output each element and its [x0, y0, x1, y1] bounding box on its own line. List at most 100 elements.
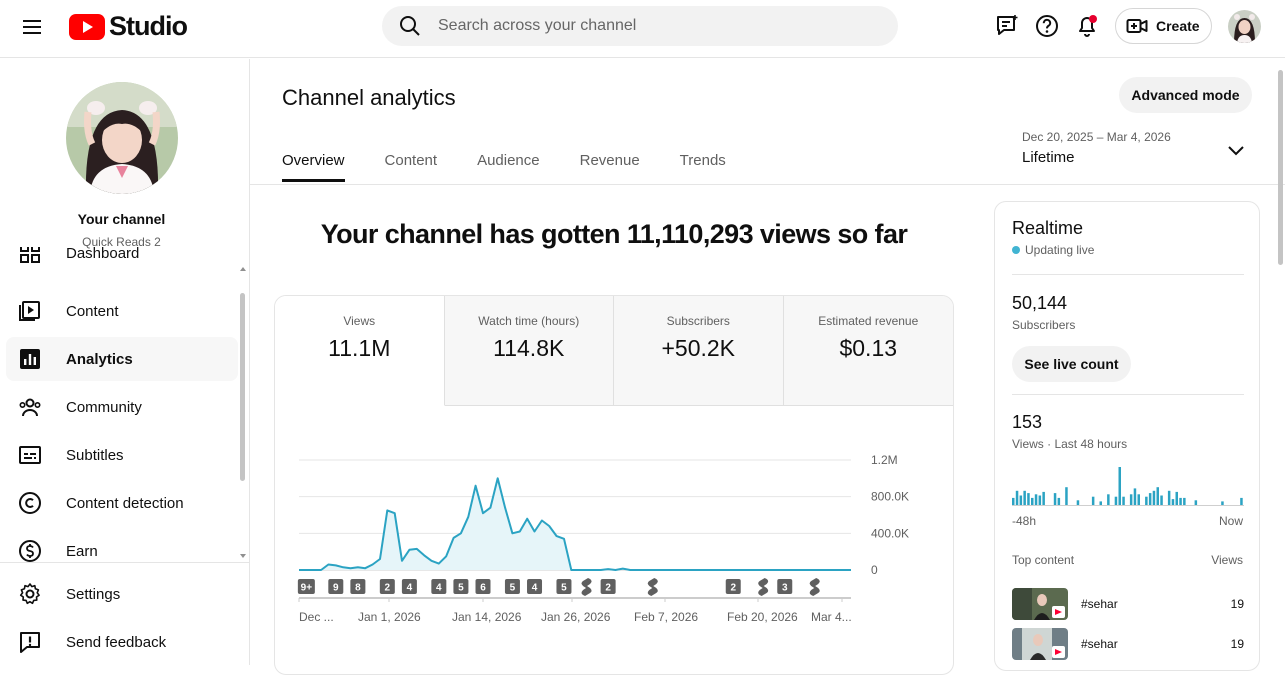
date-range-text: Dec 20, 2025 – Mar 4, 2026: [1022, 130, 1171, 144]
svg-text:4: 4: [407, 583, 413, 594]
metric-value: 11.1M: [328, 335, 391, 361]
svg-text:4: 4: [436, 583, 442, 594]
upload-marker[interactable]: 9: [328, 579, 344, 594]
create-button[interactable]: Create: [1115, 8, 1212, 44]
metric-watch-time[interactable]: Watch time (hours) 114.8K: [444, 296, 614, 406]
realtime-bar: [1118, 467, 1121, 505]
realtime-bar: [1156, 487, 1159, 505]
page-title: Channel analytics: [282, 85, 456, 110]
scroll-up-icon[interactable]: [239, 266, 247, 272]
metric-label: Views: [343, 314, 376, 328]
realtime-bar: [1015, 490, 1019, 506]
sidebar-item-subtitles[interactable]: Subtitles: [6, 433, 238, 477]
realtime-bar: [1167, 490, 1171, 506]
realtime-bar-chart[interactable]: [1012, 464, 1244, 506]
top-content-views: 19: [1230, 637, 1244, 651]
metric-label: Watch time (hours): [478, 314, 580, 328]
analytics-icon: [18, 347, 42, 371]
metric-estimated-revenue[interactable]: Estimated revenue $0.13: [783, 296, 953, 406]
realtime-bar: [1038, 495, 1042, 505]
metric-label: Subscribers: [666, 314, 730, 328]
notifications-icon[interactable]: [1074, 13, 1100, 39]
top-content-item[interactable]: #sehar 19: [1012, 628, 1244, 660]
upload-marker[interactable]: 6: [475, 579, 491, 594]
realtime-bar: [1183, 497, 1186, 505]
sidebar-item-label: Settings: [66, 585, 121, 603]
date-range-picker[interactable]: Dec 20, 2025 – Mar 4, 2026 Lifetime: [1022, 130, 1171, 166]
sidebar-scrollbar[interactable]: [240, 293, 245, 481]
search-input[interactable]: [438, 17, 858, 35]
svg-text:2: 2: [730, 583, 736, 594]
upload-marker[interactable]: 5: [453, 579, 469, 594]
messages-icon[interactable]: [994, 13, 1020, 39]
upload-marker[interactable]: 5: [504, 579, 520, 594]
upload-marker[interactable]: 4: [401, 579, 417, 594]
account-avatar[interactable]: [1228, 10, 1261, 43]
sidebar-item-content[interactable]: Content: [6, 289, 238, 333]
metric-value: $0.13: [839, 335, 898, 361]
scroll-down-icon[interactable]: [239, 553, 247, 559]
youtube-logo-icon: [69, 13, 105, 40]
svg-text:5: 5: [458, 583, 464, 594]
top-content-item[interactable]: #sehar 19: [1012, 588, 1244, 620]
sidebar-item-label: Community: [66, 398, 142, 416]
views-column-label: Views: [1211, 553, 1243, 567]
channel-avatar[interactable]: [66, 82, 178, 194]
updating-live-text: Updating live: [1025, 243, 1095, 257]
realtime-card: Realtime Updating live 50,144 Subscriber…: [994, 201, 1260, 671]
upload-marker[interactable]: 2: [725, 579, 741, 594]
shorts-marker-icon[interactable]: [581, 578, 592, 596]
tab-trends[interactable]: Trends: [680, 152, 726, 182]
sidebar-item-content-detection[interactable]: Content detection: [6, 481, 238, 525]
realtime-bar: [1107, 494, 1110, 505]
sidebar-item-earn[interactable]: Earn: [6, 529, 238, 573]
y-tick-label: 800.0K: [871, 490, 909, 504]
menu-icon[interactable]: [20, 15, 44, 39]
sidebar-item-community[interactable]: Community: [6, 385, 238, 429]
metric-subscribers[interactable]: Subscribers +50.2K: [614, 296, 784, 406]
metrics-card: Views 11.1M Watch time (hours) 114.8K Su…: [274, 295, 954, 675]
help-icon[interactable]: [1034, 13, 1060, 39]
x-tick-label: Jan 1, 2026: [358, 610, 421, 624]
divider: [1012, 274, 1244, 275]
views-chart[interactable]: 1.2M 800.0K 400.0K 0 9+ 9 8 2 4 4 5 6 5 4 5 2 2 3 Dec ... J…: [275, 406, 954, 675]
realtime-bar: [1114, 496, 1118, 505]
sidebar-item-label: Earn: [66, 542, 98, 560]
realtime-bar: [1023, 490, 1026, 506]
subscribers-label: Subscribers: [1012, 318, 1076, 332]
upload-marker[interactable]: 8: [350, 579, 366, 594]
shorts-marker-icon[interactable]: [758, 578, 769, 596]
metric-views[interactable]: Views 11.1M: [275, 296, 445, 406]
tab-content[interactable]: Content: [385, 152, 438, 182]
sidebar-item-analytics[interactable]: Analytics: [6, 337, 238, 381]
upload-marker[interactable]: 4: [527, 579, 543, 594]
divider: [1012, 394, 1244, 395]
tab-revenue[interactable]: Revenue: [580, 152, 640, 182]
search-bar[interactable]: [382, 6, 898, 46]
upload-marker[interactable]: 2: [600, 579, 616, 594]
youtube-studio-logo[interactable]: Studio: [69, 11, 188, 42]
main-scrollbar[interactable]: [1278, 70, 1283, 265]
tab-audience[interactable]: Audience: [477, 152, 540, 182]
chevron-down-icon[interactable]: [1226, 140, 1246, 160]
upload-marker[interactable]: 2: [379, 579, 395, 594]
realtime-bar: [1042, 491, 1045, 505]
sidebar-item-label: Content detection: [66, 494, 184, 512]
svg-text:2: 2: [605, 583, 611, 594]
see-live-count-button[interactable]: See live count: [1012, 346, 1131, 382]
shorts-marker-icon[interactable]: [809, 578, 820, 596]
sidebar-item-settings[interactable]: Settings: [6, 572, 238, 616]
upload-marker[interactable]: 9+: [297, 579, 315, 594]
gear-icon: [18, 582, 42, 606]
shorts-marker-icon[interactable]: [647, 578, 658, 596]
upload-marker[interactable]: 5: [556, 579, 572, 594]
advanced-mode-button[interactable]: Advanced mode: [1119, 77, 1252, 113]
sidebar-item-dashboard[interactable]: Dashboard: [6, 247, 238, 273]
upload-marker[interactable]: 4: [431, 579, 447, 594]
y-tick-label: 400.0K: [871, 526, 909, 540]
sidebar-item-send-feedback[interactable]: Send feedback: [6, 620, 238, 664]
upload-marker[interactable]: 3: [777, 579, 793, 594]
tab-overview[interactable]: Overview: [282, 152, 345, 182]
sidebar-item-label: Send feedback: [66, 633, 167, 651]
realtime-bar: [1175, 491, 1178, 505]
